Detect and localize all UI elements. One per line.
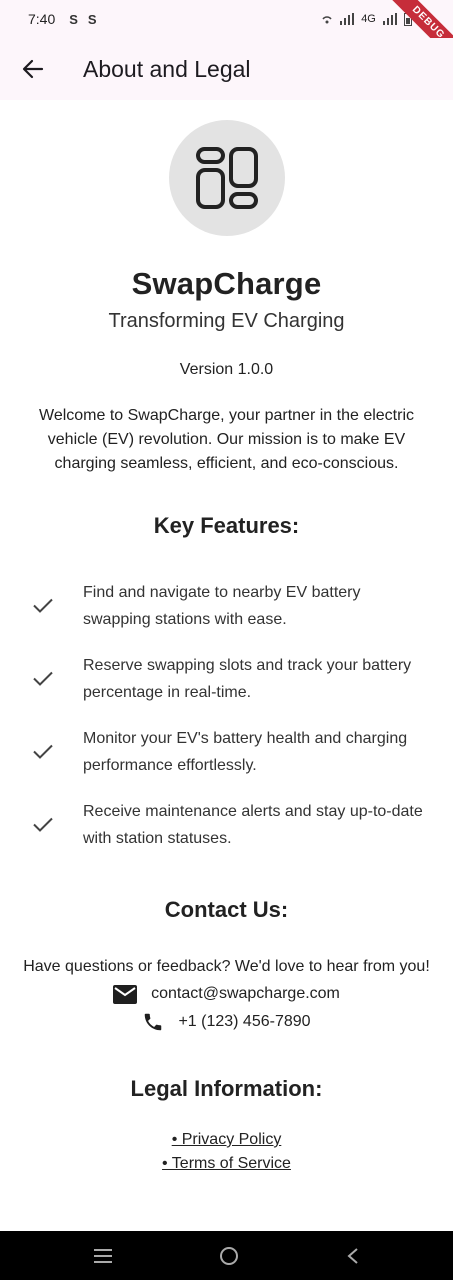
back-chevron-icon[interactable] (346, 1247, 360, 1265)
system-nav-bar (0, 1231, 453, 1280)
feature-item: Monitor your EV's battery health and cha… (0, 715, 453, 788)
app-tagline: Transforming EV Charging (108, 310, 345, 332)
contact-phone[interactable]: +1 (123) 456-7890 (178, 1013, 310, 1031)
app-logo (168, 120, 285, 236)
app-name: SwapCharge (131, 266, 322, 301)
phone-icon (145, 1013, 162, 1031)
feature-text: Monitor your EV's battery health and cha… (83, 729, 408, 774)
status-time: 7:40 (28, 11, 56, 27)
notification-icon: S (69, 11, 78, 27)
signal-icon (340, 13, 355, 25)
terms-of-service-link[interactable]: • Terms of Service (0, 1152, 453, 1176)
contact-email[interactable]: contact@swapcharge.com (151, 985, 340, 1003)
status-bar: 7:40 S S 4G 7 DEBUG (0, 0, 453, 69)
check-icon (32, 817, 53, 832)
wifi-icon (322, 16, 332, 24)
legal-links: • Privacy Policy • Terms of Service (0, 1128, 453, 1176)
notification-icon: S (87, 11, 97, 27)
feature-text: Find and navigate to nearby EV battery s… (83, 583, 361, 628)
app-version: Version 1.0.0 (179, 361, 274, 378)
contact-phone-row[interactable]: +1 (123) 456-7890 (0, 1008, 453, 1036)
contact-title: Contact Us: (164, 897, 289, 922)
contact-email-row[interactable]: contact@swapcharge.com (0, 980, 453, 1008)
privacy-policy-link[interactable]: • Privacy Policy (0, 1128, 453, 1152)
features-list: Find and navigate to nearby EV battery s… (0, 569, 453, 861)
check-icon (32, 598, 53, 613)
signal-icon (382, 13, 397, 25)
back-button[interactable] (0, 38, 66, 100)
feature-item: Receive maintenance alerts and stay up-t… (0, 788, 453, 861)
features-title: Key Features: (153, 513, 300, 538)
dashboard-grid-icon (195, 147, 258, 209)
check-icon (32, 744, 53, 759)
arrow-back-icon (22, 59, 44, 79)
feature-item: Reserve swapping slots and track your ba… (0, 642, 453, 715)
about-content: SwapCharge Transforming EV Charging Vers… (0, 100, 453, 1176)
feature-text: Reserve swapping slots and track your ba… (83, 656, 412, 701)
menu-icon[interactable] (93, 1248, 113, 1264)
intro-text: Welcome to SwapCharge, your partner in t… (39, 407, 414, 472)
app-bar: About and Legal (0, 38, 453, 100)
email-icon (113, 984, 138, 1004)
network-type: 4G (361, 13, 376, 25)
check-icon (32, 671, 53, 686)
page-title: About and Legal (83, 55, 251, 82)
home-circle-icon[interactable] (219, 1246, 239, 1266)
feature-text: Receive maintenance alerts and stay up-t… (83, 802, 423, 847)
contact-intro: Have questions or feedback? We'd love to… (23, 958, 430, 975)
feature-item: Find and navigate to nearby EV battery s… (0, 569, 453, 642)
legal-title: Legal Information: (130, 1076, 323, 1101)
